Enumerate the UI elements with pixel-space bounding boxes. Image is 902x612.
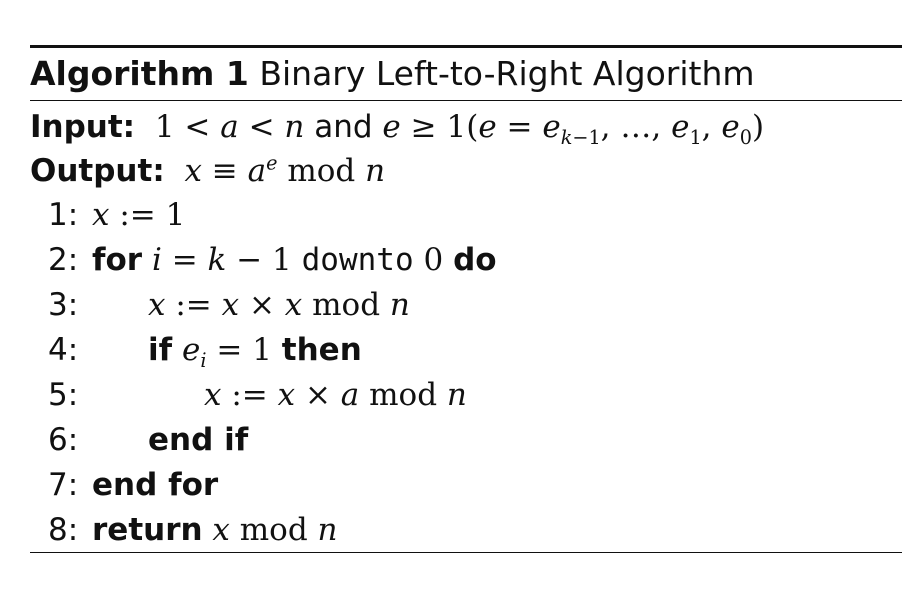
input-and-word: and: [314, 109, 373, 145]
line-4-content: if ei = 1 then: [148, 332, 362, 373]
output-expression: x ≡ ae mod n: [184, 151, 386, 189]
line-number: 4:: [48, 332, 79, 368]
code-line-3: 3: x := x × x mod n: [30, 283, 902, 327]
line-number: 7:: [48, 467, 79, 503]
code-line-7: 7: end for: [30, 463, 902, 507]
input-label: Input:: [30, 109, 136, 145]
line-number: 5:: [48, 377, 79, 413]
algorithm-body: Input: 1 < a < n and e ≥ 1(e = ek−1, …, …: [30, 101, 902, 551]
keyword-then: then: [281, 332, 362, 368]
line-8-content: return x mod n: [92, 512, 338, 548]
line-1-content: x := 1: [92, 197, 186, 233]
input-condition-exponent: e ≥ 1(e = ek−1, …, e1, e0): [382, 109, 765, 150]
code-line-1: 1: x := 1: [30, 193, 902, 237]
algorithm-label: Algorithm 1: [30, 54, 249, 93]
code-line-8: 8: return x mod n: [30, 508, 902, 552]
line-number: 3:: [48, 287, 79, 323]
keyword-do: do: [453, 242, 497, 278]
keyword-end-for: end for: [92, 467, 219, 503]
algorithm-title: Binary Left-to-Right Algorithm: [259, 54, 755, 93]
input-condition-range: 1 < a < n: [154, 109, 305, 145]
keyword-end-if: end if: [148, 422, 249, 458]
line-number: 6:: [48, 422, 79, 458]
algorithm-caption: Algorithm 1 Binary Left-to-Right Algorit…: [30, 48, 902, 100]
code-line-6: 6: end if: [30, 418, 902, 462]
input-line: Input: 1 < a < n and e ≥ 1(e = ek−1, …, …: [30, 105, 764, 149]
code-line-5: 5: x := x × a mod n: [30, 373, 902, 417]
algorithm-box: Algorithm 1 Binary Left-to-Right Algorit…: [30, 45, 902, 551]
keyword-downto: downto: [301, 242, 414, 278]
output-label: Output:: [30, 153, 165, 189]
line-5-content: x := x × a mod n: [204, 377, 467, 413]
keyword-if: if: [148, 332, 173, 368]
keyword-return: return: [92, 512, 203, 548]
keyword-for: for: [92, 242, 143, 278]
line-3-content: x := x × x mod n: [148, 287, 410, 323]
code-line-4: 4: if ei = 1 then: [30, 328, 902, 372]
bottom-rule: [30, 552, 902, 553]
line-2-content: for i = k − 1 downto 0 do: [92, 242, 497, 278]
code-line-2: 2: for i = k − 1 downto 0 do: [30, 238, 902, 282]
line-number: 8:: [48, 512, 79, 548]
output-line: Output: x ≡ ae mod n: [30, 149, 385, 193]
line-number: 1:: [48, 197, 79, 233]
line-number: 2:: [48, 242, 79, 278]
